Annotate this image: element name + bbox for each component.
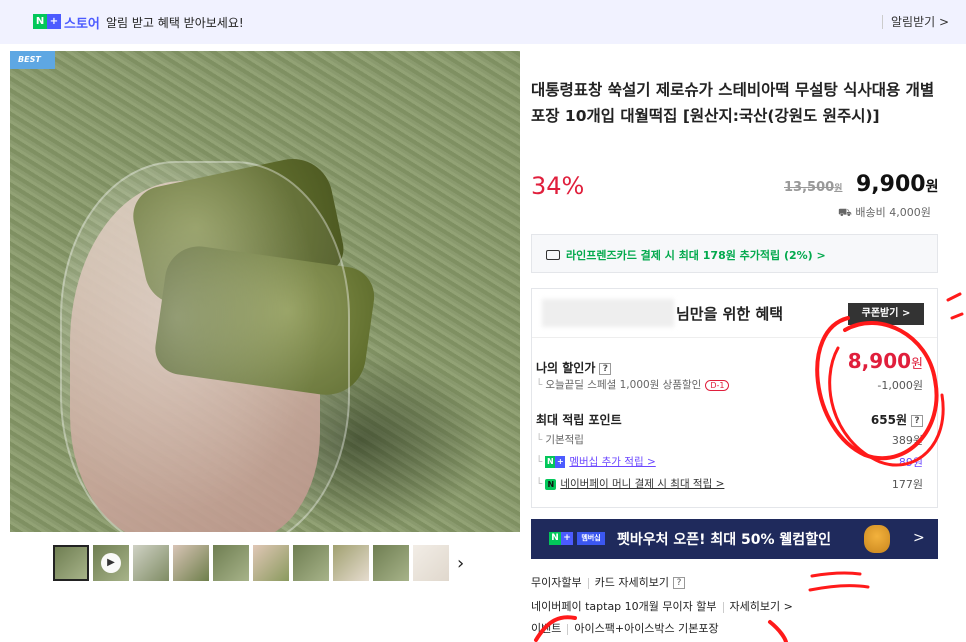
shipping-fee: ⛟ 배송비 4,000원	[838, 206, 931, 219]
original-price: 13,500원	[784, 180, 843, 195]
naver-plus-badge: N +	[545, 456, 566, 468]
truck-icon: ⛟	[838, 206, 856, 219]
help-icon[interactable]: ?	[672, 577, 685, 589]
naverpay-icon: N	[545, 478, 557, 490]
thumbnail[interactable]	[213, 545, 249, 581]
my-discount-price: 8,900원	[847, 349, 923, 373]
chevron-right-icon[interactable]: ›	[457, 553, 464, 574]
notification-bar: N + 스토어 알림 받고 혜택 받아보세요! 알림받기 >	[0, 0, 966, 44]
play-icon: ▶	[101, 553, 121, 573]
membership-badge: N + 멤버십	[549, 532, 605, 545]
thumbnail[interactable]	[373, 545, 409, 581]
best-badge: BEST	[10, 51, 55, 69]
blurred-username	[542, 299, 674, 327]
membership-link[interactable]: 멤버십 추가 적립 >	[569, 456, 655, 468]
dog-icon	[864, 525, 890, 553]
product-main-image[interactable]	[10, 51, 520, 532]
divider	[882, 15, 883, 29]
credit-card-icon	[546, 250, 560, 260]
alarm-subscribe-button[interactable]: 알림받기 >	[891, 13, 949, 30]
card-promo-text: 라인프렌즈카드 결제 시 최대 178원 추가적립 (2%) >	[566, 249, 826, 262]
coupon-button[interactable]: 쿠폰받기 >	[848, 303, 924, 325]
pet-voucher-banner[interactable]: N + 멤버십 펫바우처 오픈! 최대 50% 웰컴할인 >	[531, 519, 938, 559]
chevron-right-icon: >	[913, 530, 925, 546]
gift-row: 이벤트 아이스팩+아이스박스 기본포장	[531, 622, 719, 635]
thumbnail[interactable]	[253, 545, 289, 581]
benefit-box: 님만을 위한 혜택 쿠폰받기 > 나의 할인가? 8,900원 └ 오늘끝딜 스페…	[531, 288, 938, 508]
store-label: 스토어	[64, 17, 100, 32]
naverpay-link[interactable]: 네이버페이 머니 결제 시 최대 적립 >	[560, 478, 724, 490]
card-detail-link[interactable]: 카드 자세히보기	[595, 576, 669, 589]
card-promo-box[interactable]: 라인프렌즈카드 결제 시 최대 178원 추가적립 (2%) >	[531, 234, 938, 273]
thumbnail[interactable]	[173, 545, 209, 581]
discount-rate: 34%	[531, 172, 585, 200]
naver-plus-badge: N +	[33, 14, 61, 29]
sale-price: 9,900원	[856, 172, 939, 197]
installment-row: 무이자할부 카드 자세히보기?	[531, 574, 685, 590]
thumbnail[interactable]	[413, 545, 449, 581]
banner-text: 펫바우처 오픈! 최대 50% 웰컴할인	[617, 532, 831, 548]
taptap-detail-link[interactable]: 자세히보기 >	[730, 600, 793, 613]
benefit-title: 님만을 위한 혜택	[676, 305, 784, 323]
thumbnail[interactable]	[333, 545, 369, 581]
thumbnail[interactable]	[133, 545, 169, 581]
notification-message: 알림 받고 혜택 받아보세요!	[106, 16, 244, 30]
d-day-tag: D-1	[705, 380, 730, 391]
thumbnail[interactable]	[53, 545, 89, 581]
thumbnail-strip: ▶	[53, 545, 449, 581]
taptap-row: 네이버페이 taptap 10개월 무이자 할부 자세히보기 >	[531, 600, 793, 613]
video-thumbnail[interactable]: ▶	[93, 545, 129, 581]
help-icon[interactable]: ?	[599, 362, 612, 375]
product-title: 대통령표창 쑥설기 제로슈가 스테비아떡 무설탕 식사대용 개별포장 10개입 …	[531, 81, 935, 125]
thumbnail[interactable]	[293, 545, 329, 581]
help-icon[interactable]: ?	[911, 414, 923, 427]
